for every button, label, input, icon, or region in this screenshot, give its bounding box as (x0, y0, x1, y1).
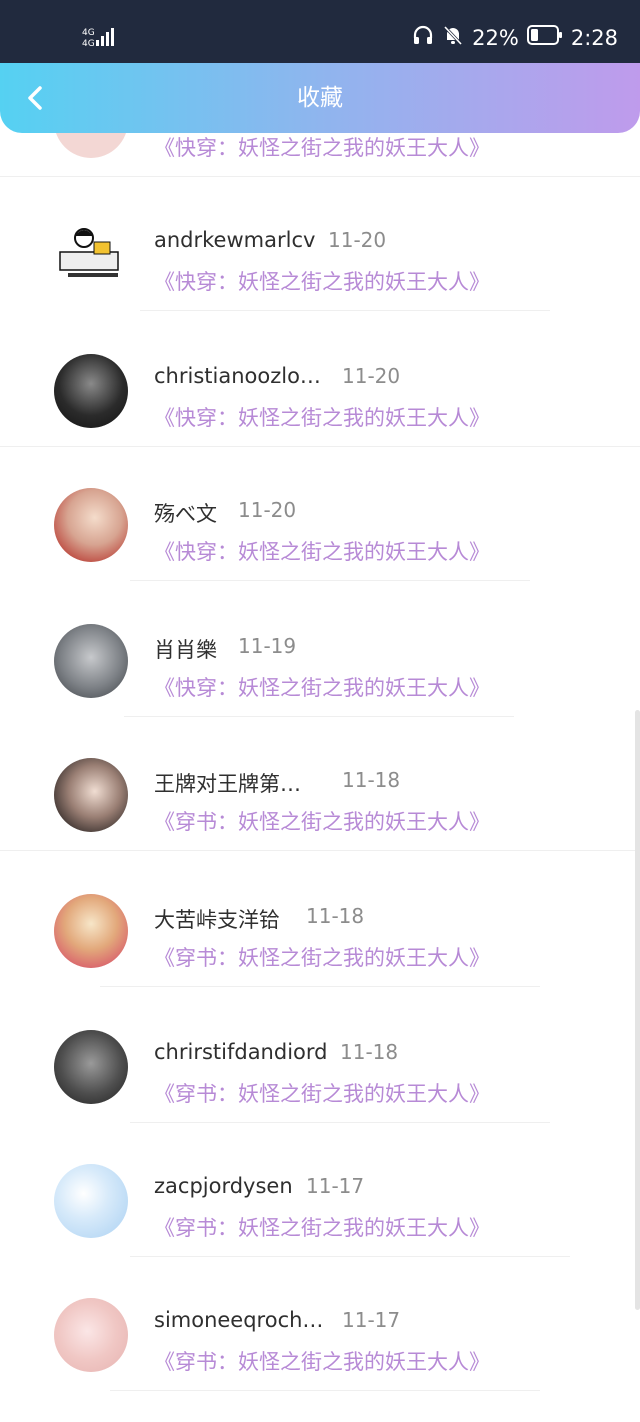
list-item[interactable]: simoneeqroch… 11-17 《穿书：妖怪之街之我的妖王大人》 (0, 1256, 640, 1391)
list-item[interactable]: 肖肖樂 11-19 《快穿：妖怪之街之我的妖王大人》 (0, 582, 640, 717)
date: 11-20 (342, 364, 401, 388)
book-title[interactable]: 《快穿：妖怪之街之我的妖王大人》 (154, 672, 490, 702)
date: 11-18 (306, 904, 365, 928)
divider (140, 310, 550, 311)
avatar (54, 218, 128, 292)
date: 11-19 (238, 634, 297, 658)
book-title[interactable]: 《快穿：妖怪之街之我的妖王大人》 (154, 402, 490, 432)
divider (130, 580, 530, 581)
list-item[interactable]: chrirstifdandiord 11-18 《穿书：妖怪之街之我的妖王大人》 (0, 988, 640, 1123)
date: 11-20 (238, 498, 297, 522)
page-title: 收藏 (297, 85, 343, 111)
user-name[interactable]: christianoozlo… (154, 364, 321, 388)
svg-text:4G: 4G (82, 28, 95, 38)
avatar (54, 1030, 128, 1104)
divider (110, 1390, 540, 1391)
book-title[interactable]: 《穿书：妖怪之街之我的妖王大人》 (154, 942, 490, 972)
user-name[interactable]: 肖肖樂 (154, 634, 217, 664)
avatar (54, 1164, 128, 1238)
list-item[interactable]: andrkewmarlcv 11-20 《快穿：妖怪之街之我的妖王大人》 (0, 176, 640, 311)
user-name[interactable]: 大苦峠支洋铪 (154, 904, 280, 934)
avatar (54, 894, 128, 968)
user-name[interactable]: chrirstifdandiord (154, 1040, 327, 1064)
avatar (54, 624, 128, 698)
header-bar: 收藏 (0, 63, 640, 133)
book-title[interactable]: 《穿书：妖怪之街之我的妖王大人》 (154, 1346, 490, 1376)
book-title[interactable]: 《穿书：妖怪之街之我的妖王大人》 (154, 1212, 490, 1242)
avatar (54, 354, 128, 428)
user-name[interactable]: 殇べ文 (154, 498, 217, 528)
list-item[interactable]: christianoozlo… 11-20 《快穿：妖怪之街之我的妖王大人》 (0, 312, 640, 447)
list-item[interactable]: 大苦峠支洋铪 11-18 《穿书：妖怪之街之我的妖王大人》 (0, 852, 640, 987)
book-title[interactable]: 《快穿：妖怪之街之我的妖王大人》 (154, 536, 490, 566)
list-item[interactable]: zacpjordysen 11-17 《穿书：妖怪之街之我的妖王大人》 (0, 1122, 640, 1257)
user-name[interactable]: andrkewmarlcv (154, 228, 315, 252)
date: 11-17 (306, 1174, 365, 1198)
book-title[interactable]: 《快穿：妖怪之街之我的妖王大人》 (154, 266, 490, 296)
divider (100, 986, 540, 987)
list-item[interactable]: 王牌对王牌第… 11-18 《穿书：妖怪之街之我的妖王大人》 (0, 716, 640, 851)
user-name[interactable]: 王牌对王牌第… (154, 768, 301, 798)
date: 11-18 (340, 1040, 399, 1064)
date: 11-17 (342, 1308, 401, 1332)
user-name[interactable]: simoneeqroch… (154, 1308, 323, 1332)
scrollbar[interactable] (635, 710, 640, 1310)
book-title[interactable]: 《快穿：妖怪之街之我的妖王大人》 (154, 132, 490, 162)
divider (0, 850, 640, 851)
date: 11-18 (342, 768, 401, 792)
avatar (54, 488, 128, 562)
date: 11-20 (328, 228, 387, 252)
user-name[interactable]: zacpjordysen (154, 1174, 293, 1198)
list-item[interactable]: 殇べ文 11-20 《快穿：妖怪之街之我的妖王大人》 (0, 446, 640, 581)
book-title[interactable]: 《穿书：妖怪之街之我的妖王大人》 (154, 1078, 490, 1108)
avatar (54, 758, 128, 832)
book-title[interactable]: 《穿书：妖怪之街之我的妖王大人》 (154, 806, 490, 836)
avatar (54, 1298, 128, 1372)
